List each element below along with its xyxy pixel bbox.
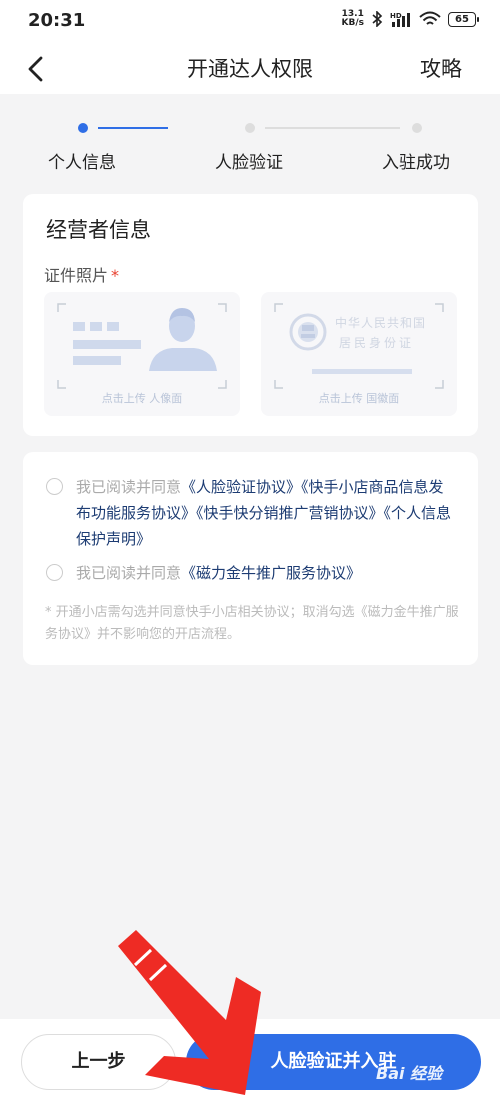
status-icons: 13.1 KB/s HD 65 [342, 10, 479, 28]
operator-info-title: 经营者信息 [46, 218, 151, 242]
agreement-2-prefix: 我已阅读并同意 [76, 564, 182, 582]
step-label-success: 入驻成功 [382, 153, 450, 173]
required-mark: * [111, 266, 120, 285]
person-avatar-icon [149, 308, 217, 371]
step-dot-3 [412, 123, 422, 133]
step-label-face-verify: 人脸验证 [215, 153, 283, 173]
agreement-row-2: 我已阅读并同意《磁力金牛推广服务协议》 [46, 560, 466, 588]
id-card-type-text: 居民身份证 [339, 336, 415, 350]
agreements-card: 我已阅读并同意《人脸验证协议》《快手小店商品信息发布功能服务协议》《快手快分销推… [23, 452, 478, 665]
agreement-1-checkbox[interactable] [46, 478, 63, 495]
agreement-row-1: 我已阅读并同意《人脸验证协议》《快手小店商品信息发布功能服务协议》《快手快分销推… [46, 474, 466, 554]
upload-portrait-side[interactable]: 点击上传 人像面 [44, 292, 240, 416]
wifi-icon [419, 11, 441, 25]
nav-bar: 开通达人权限 攻略 [0, 44, 500, 94]
step-line [265, 127, 400, 129]
guide-link[interactable]: 攻略 [420, 53, 462, 83]
upload-emblem-side[interactable]: 中华人民共和国 居民身份证 点击上传 国徽面 [261, 292, 457, 416]
bluetooth-icon [372, 11, 383, 27]
operator-info-card: 经营者信息 证件照片 * 点击上传 人像面 中华人民共和国 居民身份证 点击上传… [23, 194, 478, 436]
agreement-note: * 开通小店需勾选并同意快手小店相关协议；取消勾选《磁力金牛推广服务协议》并不影… [45, 605, 459, 642]
battery-level: 65 [455, 13, 469, 25]
signal-icon: HD [390, 12, 410, 27]
status-bar: 20:31 13.1 KB/s HD 65 [0, 0, 500, 44]
step-dot-1 [78, 123, 88, 133]
agreement-2-text: 我已阅读并同意《磁力金牛推广服务协议》 [76, 560, 456, 586]
network-speed-unit: KB/s [341, 18, 364, 28]
agreement-1-text: 我已阅读并同意《人脸验证协议》《快手小店商品信息发布功能服务协议》《快手快分销推… [76, 474, 456, 552]
national-emblem-icon [289, 313, 327, 351]
step-line-active [98, 127, 168, 129]
step-label-personal-info: 个人信息 [48, 153, 116, 173]
svg-text:HD: HD [390, 12, 402, 20]
agreement-2-checkbox[interactable] [46, 564, 63, 581]
previous-step-button[interactable]: 上一步 [21, 1034, 176, 1090]
status-time: 20:31 [28, 10, 86, 31]
agreement-1-prefix: 我已阅读并同意 [76, 478, 182, 496]
id-photo-label-text: 证件照片 [44, 266, 109, 285]
id-card-country-text: 中华人民共和国 [335, 316, 427, 330]
emblem-caption: 点击上传 国徽面 [318, 392, 400, 405]
baidu-watermark: Bai 经验 [376, 1064, 443, 1083]
portrait-caption: 点击上传 人像面 [101, 392, 183, 405]
id-photo-label: 证件照片 * [44, 262, 119, 286]
agreement-2-link[interactable]: 《磁力金牛推广服务协议》 [181, 564, 361, 582]
step-dot-2 [245, 123, 255, 133]
network-speed: 13.1 KB/s [342, 10, 364, 28]
step-progress: 个人信息 人脸验证 入驻成功 [0, 118, 500, 178]
battery-icon: 65 [448, 11, 479, 27]
